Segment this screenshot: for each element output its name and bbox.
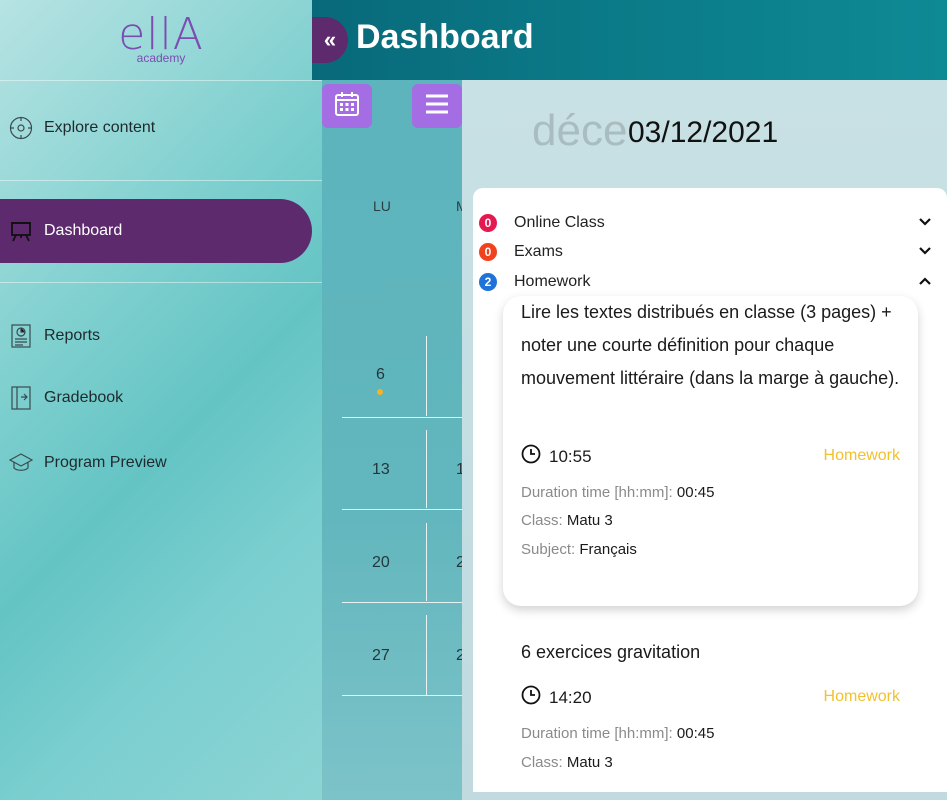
grid-line [426, 336, 427, 416]
sidebar-item-label: Reports [44, 327, 101, 344]
class-label: Class: [521, 512, 563, 529]
event-description: Lire les textes distribués en classe (3 … [521, 302, 900, 388]
easel-icon [8, 218, 34, 244]
category-label: Homework [514, 273, 591, 290]
sidebar: ellA academy Explore content Dashboard R… [0, 0, 322, 800]
weekday-label: LU [373, 198, 391, 214]
duration-value: 00:45 [676, 484, 715, 501]
event-time: 10:55 [549, 446, 592, 466]
count-badge: 2 [479, 273, 497, 291]
calendar-icon [334, 91, 360, 122]
sidebar-item-reports[interactable]: Reports [8, 316, 100, 356]
logo-mark: ellA [118, 9, 204, 60]
event-class: Class: Matu 3 [521, 512, 613, 529]
month-label: déce [532, 106, 628, 155]
event-card[interactable]: Lire les textes distribués en classe (3 … [503, 296, 918, 606]
list-view-button[interactable] [412, 84, 462, 128]
grid-line [426, 430, 427, 508]
category-homework[interactable]: 2 Homework [479, 269, 939, 295]
calendar-day[interactable]: 27 [372, 647, 390, 665]
graduation-cap-icon [8, 450, 34, 476]
calendar-day[interactable]: 20 [372, 554, 390, 572]
class-label: Class: [521, 754, 563, 771]
grid-line [426, 615, 427, 695]
event-time: 14:20 [549, 687, 592, 707]
sidebar-divider [0, 282, 322, 283]
sidebar-item-explore-content[interactable]: Explore content [8, 108, 155, 148]
menu-icon [424, 93, 450, 120]
duration-label: Duration time [hh:mm]: [521, 484, 673, 501]
category-label: Online Class [514, 214, 605, 231]
event-dot [377, 389, 383, 395]
subject-value: Français [579, 541, 637, 558]
event-description: 6 exercices gravitation [521, 642, 701, 662]
event-type-tag: Homework [823, 688, 900, 705]
clock-icon [521, 444, 541, 469]
event-time-row: 14:20 [521, 685, 592, 710]
report-icon [8, 323, 34, 349]
book-icon [8, 385, 34, 411]
sidebar-item-label: Dashboard [44, 222, 123, 239]
compass-icon [8, 115, 34, 141]
event-subject: Subject: Français [521, 541, 637, 558]
chevron-down-icon[interactable] [917, 214, 933, 230]
category-online-class[interactable]: 0 Online Class [479, 210, 939, 236]
header: « Dashboard [312, 0, 947, 80]
count-badge: 0 [479, 243, 497, 261]
clock-icon [521, 685, 541, 710]
sidebar-divider [0, 80, 322, 81]
sidebar-item-label: Explore content [44, 119, 156, 136]
selected-date: 03/12/2021 [628, 116, 779, 149]
category-exams[interactable]: 0 Exams [479, 239, 939, 265]
page-title: Dashboard [356, 18, 534, 56]
category-label: Exams [514, 243, 563, 260]
event-duration: Duration time [hh:mm]: 00:45 [521, 725, 714, 742]
class-value: Matu 3 [566, 512, 613, 529]
sidebar-item-gradebook[interactable]: Gradebook [8, 378, 123, 418]
calendar-day[interactable]: 13 [372, 461, 390, 479]
events-panel: 0 Online Class 0 Exams 2 Homework Lire l… [473, 188, 947, 792]
event-class: Class: Matu 3 [521, 754, 613, 771]
sidebar-item-dashboard[interactable]: Dashboard [0, 199, 312, 263]
class-value: Matu 3 [566, 754, 613, 771]
sidebar-item-program-preview[interactable]: Program Preview [8, 443, 167, 483]
duration-value: 00:45 [676, 725, 715, 742]
collapse-sidebar-button[interactable]: « [312, 17, 348, 63]
calendar-view-button[interactable] [322, 84, 372, 128]
count-badge: 0 [479, 214, 497, 232]
event-time-row: 10:55 [521, 444, 592, 469]
sidebar-item-label: Gradebook [44, 389, 124, 406]
subject-label: Subject: [521, 541, 576, 558]
logo[interactable]: ellA academy [0, 0, 322, 80]
sidebar-item-label: Program Preview [44, 454, 167, 471]
chevron-up-icon[interactable] [917, 273, 933, 289]
logo-subtitle: academy [136, 51, 186, 65]
sidebar-divider [0, 180, 322, 181]
event-card[interactable]: 6 exercices gravitation 14:20 Homework D… [503, 628, 918, 792]
event-type-tag: Homework [823, 447, 900, 464]
duration-label: Duration time [hh:mm]: [521, 725, 673, 742]
chevron-down-icon[interactable] [917, 243, 933, 259]
event-duration: Duration time [hh:mm]: 00:45 [521, 484, 714, 501]
grid-line [426, 523, 427, 601]
calendar-day[interactable]: 6 [376, 366, 385, 384]
